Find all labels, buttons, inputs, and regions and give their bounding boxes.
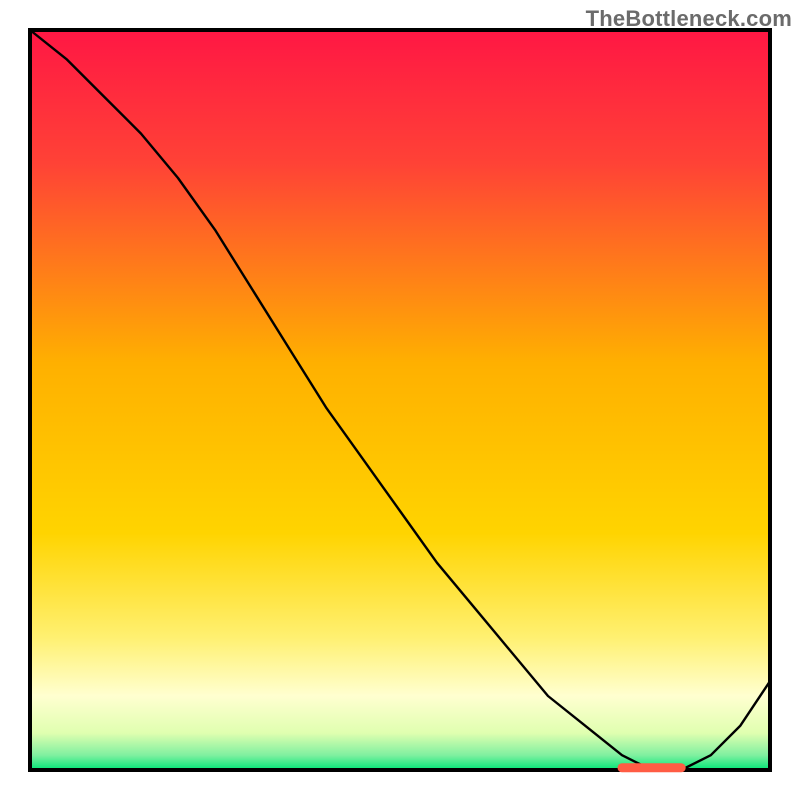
chart-svg [0, 0, 800, 800]
plot-background [30, 30, 770, 770]
chart-canvas: TheBottleneck.com [0, 0, 800, 800]
watermark-label: TheBottleneck.com [586, 6, 792, 32]
